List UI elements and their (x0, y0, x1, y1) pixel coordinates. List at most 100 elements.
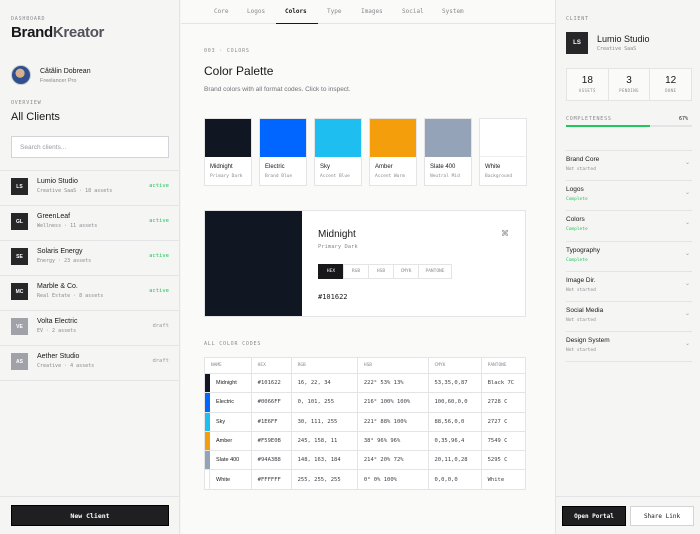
table-cell: Sky (204, 411, 252, 432)
open-portal-button[interactable]: Open Portal (562, 506, 626, 526)
table-body: Midnight #101622 16, 22, 34 222° 53% 13% 53,… (204, 372, 527, 490)
table-row[interactable]: Sky #1E6FF 30, 111, 255 221° 88% 100% 88,56,… (204, 411, 527, 432)
section-item-image-dir-[interactable]: Image Dir. Not started ⌄ (566, 272, 692, 302)
tab-images[interactable]: Images (361, 8, 383, 15)
format-tab-cmyk[interactable]: CMYK (393, 264, 419, 279)
table-cell: White (204, 469, 252, 490)
table-row[interactable]: Electric #0066FF 0, 101, 255 216° 100% 100%… (204, 392, 527, 413)
table-cell: 7549 C (480, 430, 527, 452)
cell-text: 255, 255, 255 (297, 476, 341, 483)
color-swatch[interactable]: Slate 400 Neutral Mid (424, 118, 472, 186)
format-tab-hsb[interactable]: HSB (368, 264, 394, 279)
active-tab-indicator (276, 23, 318, 24)
table-cell: 245, 158, 11 (290, 430, 358, 452)
color-swatch[interactable]: Electric Brand Blue (259, 118, 307, 186)
new-client-button[interactable]: New Client (11, 505, 169, 526)
right-footer: Open Portal Share Link (556, 496, 700, 534)
chevron-down-icon: ⌄ (684, 310, 690, 317)
table-row[interactable]: Slate 400 #94A3B8 148, 163, 184 214° 20% 72… (204, 450, 527, 471)
table-cell: 221° 88% 100% (356, 411, 429, 432)
client-meta: Real Estate · 8 assets (37, 293, 104, 299)
cell-text: 7549 C (487, 438, 508, 445)
table-cell: 0° 0% 100% (356, 469, 429, 490)
client-status: active (149, 183, 169, 189)
table-row[interactable]: Amber #F59E0B 245, 158, 11 38° 96% 96% 0,35,… (204, 430, 527, 452)
swatch-name: Sky (320, 164, 331, 170)
client-name: Marble & Co. (37, 283, 78, 290)
client-name: Lumio Studio (37, 178, 78, 185)
cell-text: Sky (216, 418, 226, 425)
cell-text: #0066FF (257, 399, 281, 406)
brand-part2: Kreator (52, 24, 105, 41)
tab-colors[interactable]: Colors (285, 8, 307, 15)
cell-text: Amber (216, 438, 233, 445)
column-header: CMYK (427, 357, 482, 374)
client-row[interactable]: AS Aether Studio Creative · 4 assets draft (0, 346, 180, 381)
format-tab-pantone[interactable]: PANTONE (418, 264, 452, 279)
section-item-social-media[interactable]: Social Media Not started ⌄ (566, 302, 692, 333)
column-header: HEX (250, 357, 292, 374)
table-row[interactable]: Midnight #101622 16, 22, 34 222° 53% 13% 53,… (204, 372, 527, 394)
section-item-colors[interactable]: Colors Complete ⌄ (566, 211, 692, 242)
color-swatch[interactable]: Sky Accent Blue (314, 118, 362, 186)
detail-color-role: Primary Dark (318, 244, 358, 250)
section-item-logos[interactable]: Logos Complete ⌄ (566, 181, 692, 212)
client-row[interactable]: LS Lumio Studio Creative SaaS · 18 assets a… (0, 171, 180, 206)
client-status: draft (152, 358, 169, 364)
table-row[interactable]: White #FFFFFF 255, 255, 255 0° 0% 100% 0,0,0… (204, 469, 527, 490)
table-cell: 2728 C (480, 392, 527, 413)
share-link-button[interactable]: Share Link (630, 506, 694, 526)
cell-text: #1E6FF (257, 418, 278, 425)
section-item-brand-core[interactable]: Brand Core Not started ⌄ (566, 151, 692, 182)
table-cell: 88,56,0,0 (427, 411, 482, 432)
swatch-role: Accent Blue (320, 174, 350, 179)
stat-assets: 18 ASSETS (567, 69, 609, 100)
tab-social[interactable]: Social (402, 8, 424, 15)
copy-icon[interactable]: ⌘ (500, 229, 510, 239)
table-cell: 0,0,0,0 (427, 469, 482, 490)
tab-core[interactable]: Core (214, 8, 228, 15)
search-clients-input[interactable] (11, 136, 169, 158)
cell-text: 53,35,0,87 (434, 380, 468, 387)
section-name: Social Media (566, 306, 604, 314)
table-cell: White (480, 469, 527, 490)
client-row[interactable]: GL GreenLeaf Wellness · 11 assets active (0, 206, 180, 241)
client-row[interactable]: SE Solaris Energy Energy · 23 assets active (0, 241, 180, 276)
section-item-design-system[interactable]: Design System Not started ⌄ (566, 332, 692, 363)
cell-text: 38° 96% 96% (363, 438, 401, 445)
swatch-role: Neutral Mid (430, 174, 460, 179)
brand-logo[interactable]: BrandKreator (11, 24, 104, 41)
section-item-typography[interactable]: Typography Complete ⌄ (566, 242, 692, 272)
client-row[interactable]: VE Volta Electric EV · 2 assets draft (0, 311, 180, 346)
swatch-role: Accent Warm (375, 174, 405, 179)
table-cell: 20,11,0,28 (427, 450, 482, 471)
swatch-name: Amber (375, 164, 393, 170)
format-tab-hex[interactable]: HEX (318, 264, 344, 279)
tab-logos[interactable]: Logos (247, 8, 265, 15)
swatch-name: Electric (265, 164, 285, 170)
color-swatch[interactable]: Midnight Primary Dark (204, 118, 252, 186)
section-status: Not started (566, 287, 596, 293)
cell-text: 2727 C (487, 418, 508, 425)
section-name: Logos (566, 186, 584, 194)
color-swatch[interactable]: Amber Accent Warm (369, 118, 417, 186)
table-cell: Black 7C (480, 372, 527, 394)
chevron-down-icon: ⌄ (684, 190, 690, 197)
color-swatch[interactable]: White Background (479, 118, 527, 186)
section-name: Typography (566, 246, 600, 254)
user-name: Cătălin Dobrean (40, 68, 91, 75)
tab-type[interactable]: Type (327, 8, 341, 15)
cell-text: 0,0,0,0 (434, 476, 458, 483)
tab-system[interactable]: System (442, 8, 464, 15)
user-profile[interactable]: Cătălin Dobrean Freelancer Pro (11, 64, 171, 88)
swatch-chip (370, 119, 416, 157)
swatch-chip (480, 119, 526, 157)
table-header-row: NAME HEX RGB HSB CMYK PANTONE (204, 357, 527, 374)
client-badge: VE (11, 318, 28, 335)
client-row[interactable]: MC Marble & Co. Real Estate · 8 assets acti… (0, 276, 180, 311)
format-tab-rgb[interactable]: RGB (343, 264, 369, 279)
color-indicator (205, 451, 210, 470)
cell-text: 216° 100% 100% (363, 399, 411, 406)
cell-text: 100,60,0,0 (434, 399, 468, 406)
section-name: Design System (566, 337, 610, 345)
